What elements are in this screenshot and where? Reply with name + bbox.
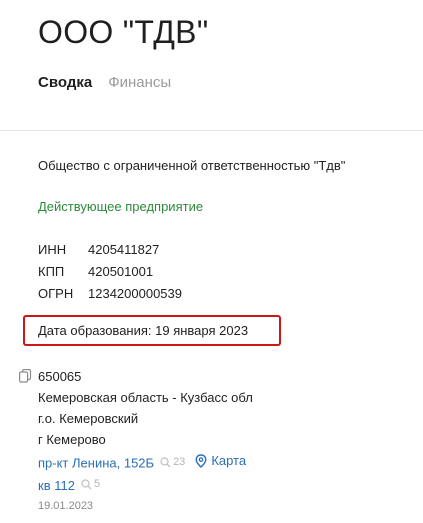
founded-date: Дата образования: 19 января 2023 — [38, 323, 249, 338]
map-pin-icon — [195, 453, 207, 468]
address-block: 650065 Кемеровская область - Кузбасс обл… — [38, 366, 253, 517]
company-codes: ИНН 4205411827 КПП 420501001 ОГРН 123420… — [38, 239, 182, 305]
address-street-row: пр-кт Ленина, 152Б 23 Карта — [38, 450, 253, 474]
address-postcode: 650065 — [38, 369, 82, 384]
street-search-count[interactable]: 23 — [160, 452, 185, 473]
address-date: 19.01.2023 — [38, 499, 94, 512]
inn-value: 4205411827 — [88, 242, 160, 257]
company-full-name: Общество с ограниченной ответственностью… — [38, 158, 346, 173]
page-title: ООО "ТДВ" — [38, 14, 209, 50]
status-text: Действующее предприятие — [38, 199, 204, 214]
divider — [0, 130, 423, 131]
street-count: 23 — [173, 455, 186, 468]
address-region: Кемеровская область - Кузбасс обл — [38, 390, 253, 405]
address-apartment-row: кв 112 5 — [38, 474, 253, 496]
address-district: г.о. Кемеровский — [38, 411, 139, 426]
kpp-row: КПП 420501001 — [38, 261, 182, 283]
ogrn-value: 1234200000539 — [88, 286, 182, 301]
tab-finance[interactable]: Финансы — [108, 74, 171, 91]
address-city: г Кемерово — [38, 432, 106, 447]
inn-row: ИНН 4205411827 — [38, 239, 182, 261]
tab-summary[interactable]: Сводка — [38, 74, 92, 91]
ogrn-label: ОГРН — [38, 286, 74, 301]
ogrn-row: ОГРН 1234200000539 — [38, 283, 182, 305]
street-link[interactable]: пр-кт Ленина, 152Б — [38, 456, 154, 471]
tabs: Сводка Финансы — [38, 74, 171, 91]
apartment-link[interactable]: кв 112 — [38, 478, 75, 493]
apartment-search-count[interactable]: 5 — [81, 474, 100, 495]
copy-icon[interactable] — [19, 368, 32, 388]
inn-label: ИНН — [38, 242, 67, 257]
map-link[interactable]: Карта — [195, 450, 246, 471]
map-label: Карта — [211, 453, 247, 468]
founded-date-highlight: Дата образования: 19 января 2023 — [23, 315, 281, 346]
search-icon — [81, 478, 92, 489]
kpp-label: КПП — [38, 264, 65, 279]
apartment-count: 5 — [93, 477, 101, 490]
kpp-value: 420501001 — [88, 264, 154, 279]
search-icon — [160, 456, 171, 467]
